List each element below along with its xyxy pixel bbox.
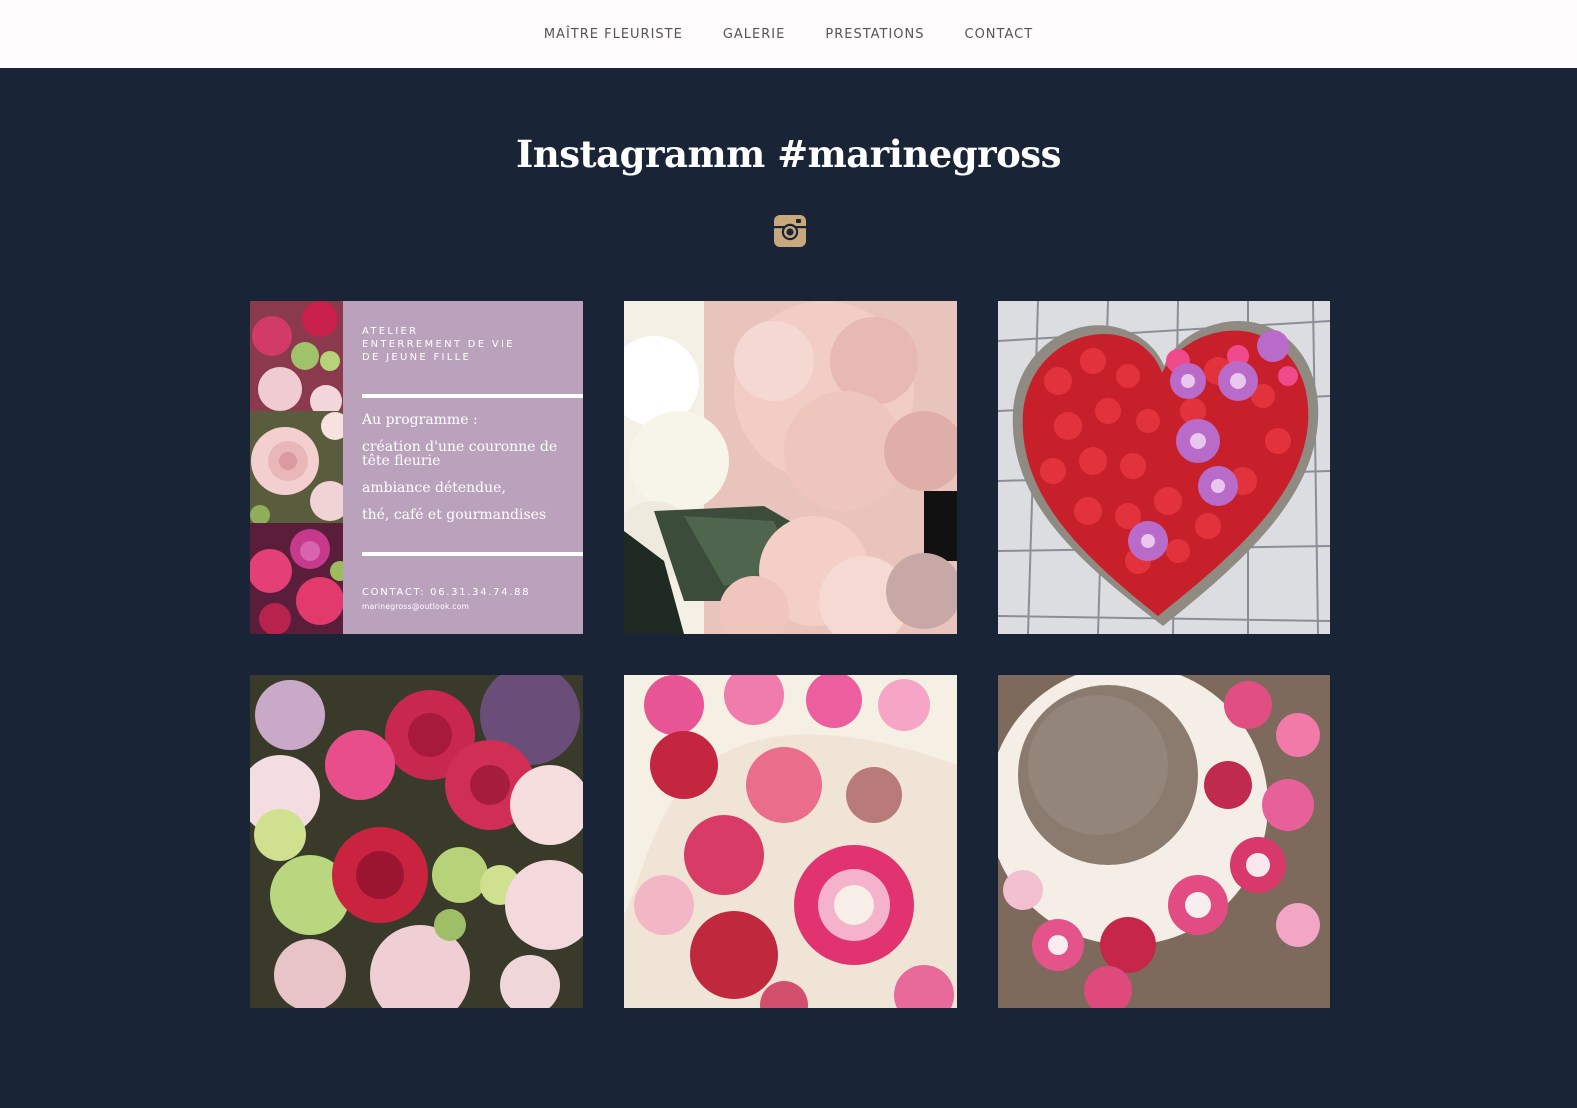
instagram-section-title: Instagramm #marinegross (516, 132, 1061, 176)
nav-link-prestations[interactable]: PRESTATIONS (825, 27, 924, 42)
nav-link-contact[interactable]: CONTACT (965, 27, 1034, 42)
card-contact-phone: CONTACT: 06.31.34.74.88 (362, 587, 531, 598)
nav-link-maitre-fleuriste[interactable]: MAÎTRE FLEURISTE (544, 27, 683, 42)
gallery-tile-atelier-card[interactable]: ATELIER ENTERREMENT DE VIE DE JEUNE FILL… (250, 301, 583, 634)
card-contact-email: marinegross@outlook.com (362, 602, 470, 611)
nav-item-contact: CONTACT (965, 25, 1034, 43)
program-line: ambiance détendue, (362, 480, 506, 496)
card-heading-line: ENTERREMENT DE VIE (362, 339, 515, 350)
gallery-tile-wreath-closeup[interactable] (998, 675, 1330, 1008)
gallery-tile-roses-bouquet[interactable] (250, 675, 583, 1008)
flower-strip-photo (250, 301, 343, 634)
dried-flower-wreath-closeup-photo (998, 675, 1330, 1008)
nav-list: MAÎTRE FLEURISTE GALERIE PRESTATIONS CON… (524, 25, 1053, 43)
gallery-tile-hydrangea[interactable] (624, 301, 957, 634)
roses-bouquet-photo (250, 675, 583, 1008)
card-heading-line: DE JEUNE FILLE (362, 352, 472, 363)
card-divider (362, 552, 583, 556)
gallery-tile-heart-arrangement[interactable] (998, 301, 1330, 634)
atelier-card-panel: ATELIER ENTERREMENT DE VIE DE JEUNE FILL… (343, 301, 583, 634)
program-line: thé, café et gourmandises (362, 507, 547, 523)
red-rose-heart-arrangement-photo (998, 301, 1330, 634)
card-program: Au programme : création d'une couronne d… (362, 413, 572, 535)
program-line: création d'une couronne de tête fleurie (362, 439, 558, 469)
nav-item-galerie: GALERIE (723, 25, 786, 43)
instagram-icon[interactable] (774, 215, 806, 247)
nav-link-galerie[interactable]: GALERIE (723, 27, 786, 42)
card-heading-line: ATELIER (362, 326, 419, 337)
program-line: Au programme : (362, 412, 478, 428)
pink-hydrangea-photo (624, 301, 957, 634)
atelier-card-heading: ATELIER ENTERREMENT DE VIE DE JEUNE FILL… (362, 325, 515, 364)
card-divider (362, 394, 583, 398)
gallery-tile-dried-wreath[interactable] (624, 675, 957, 1008)
nav-item-prestations: PRESTATIONS (825, 25, 924, 43)
top-navigation: MAÎTRE FLEURISTE GALERIE PRESTATIONS CON… (0, 0, 1577, 68)
nav-item-maitre-fleuriste: MAÎTRE FLEURISTE (544, 25, 683, 43)
dried-flower-wreath-photo (624, 675, 957, 1008)
